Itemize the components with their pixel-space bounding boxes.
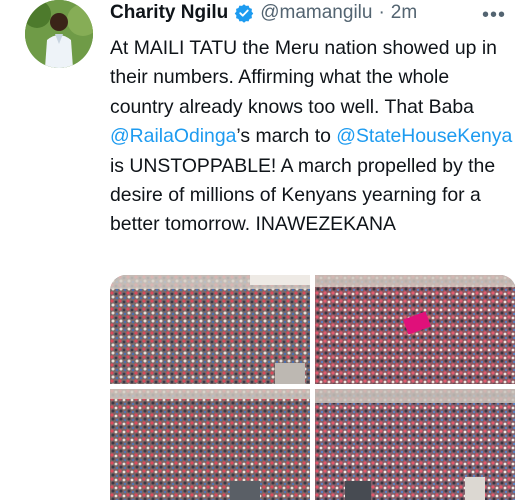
crowd-photo[interactable] — [110, 389, 310, 500]
avatar[interactable] — [25, 0, 93, 68]
author-handle[interactable]: @mamangilu — [260, 2, 372, 24]
tweet-text-part: At MAILI TATU the Meru nation showed up … — [110, 37, 497, 118]
mention-link[interactable]: @RailaOdinga — [110, 125, 236, 147]
author-name[interactable]: Charity Ngilu — [110, 2, 228, 24]
tweet-text-part: is UNSTOPPABLE! A march propelled by the… — [110, 154, 496, 236]
crowd-photo[interactable] — [315, 275, 515, 384]
avatar-image — [25, 0, 93, 68]
tweet-timestamp[interactable]: 2m — [391, 2, 417, 24]
more-horizontal-icon[interactable]: ••• — [482, 4, 506, 27]
mention-link[interactable]: @StateHouseKenya — [336, 125, 512, 147]
media-grid — [110, 275, 516, 501]
separator-dot: · — [378, 2, 385, 23]
tweet-text-part: ’s march to — [236, 125, 337, 148]
tweet-header: Charity Ngilu @mamangilu · 2m — [110, 0, 515, 26]
tweet-text: At MAILI TATU the Meru nation showed up … — [110, 34, 515, 240]
crowd-photo[interactable] — [315, 389, 515, 500]
verified-badge-icon — [234, 3, 254, 23]
crowd-photo[interactable] — [110, 275, 310, 384]
